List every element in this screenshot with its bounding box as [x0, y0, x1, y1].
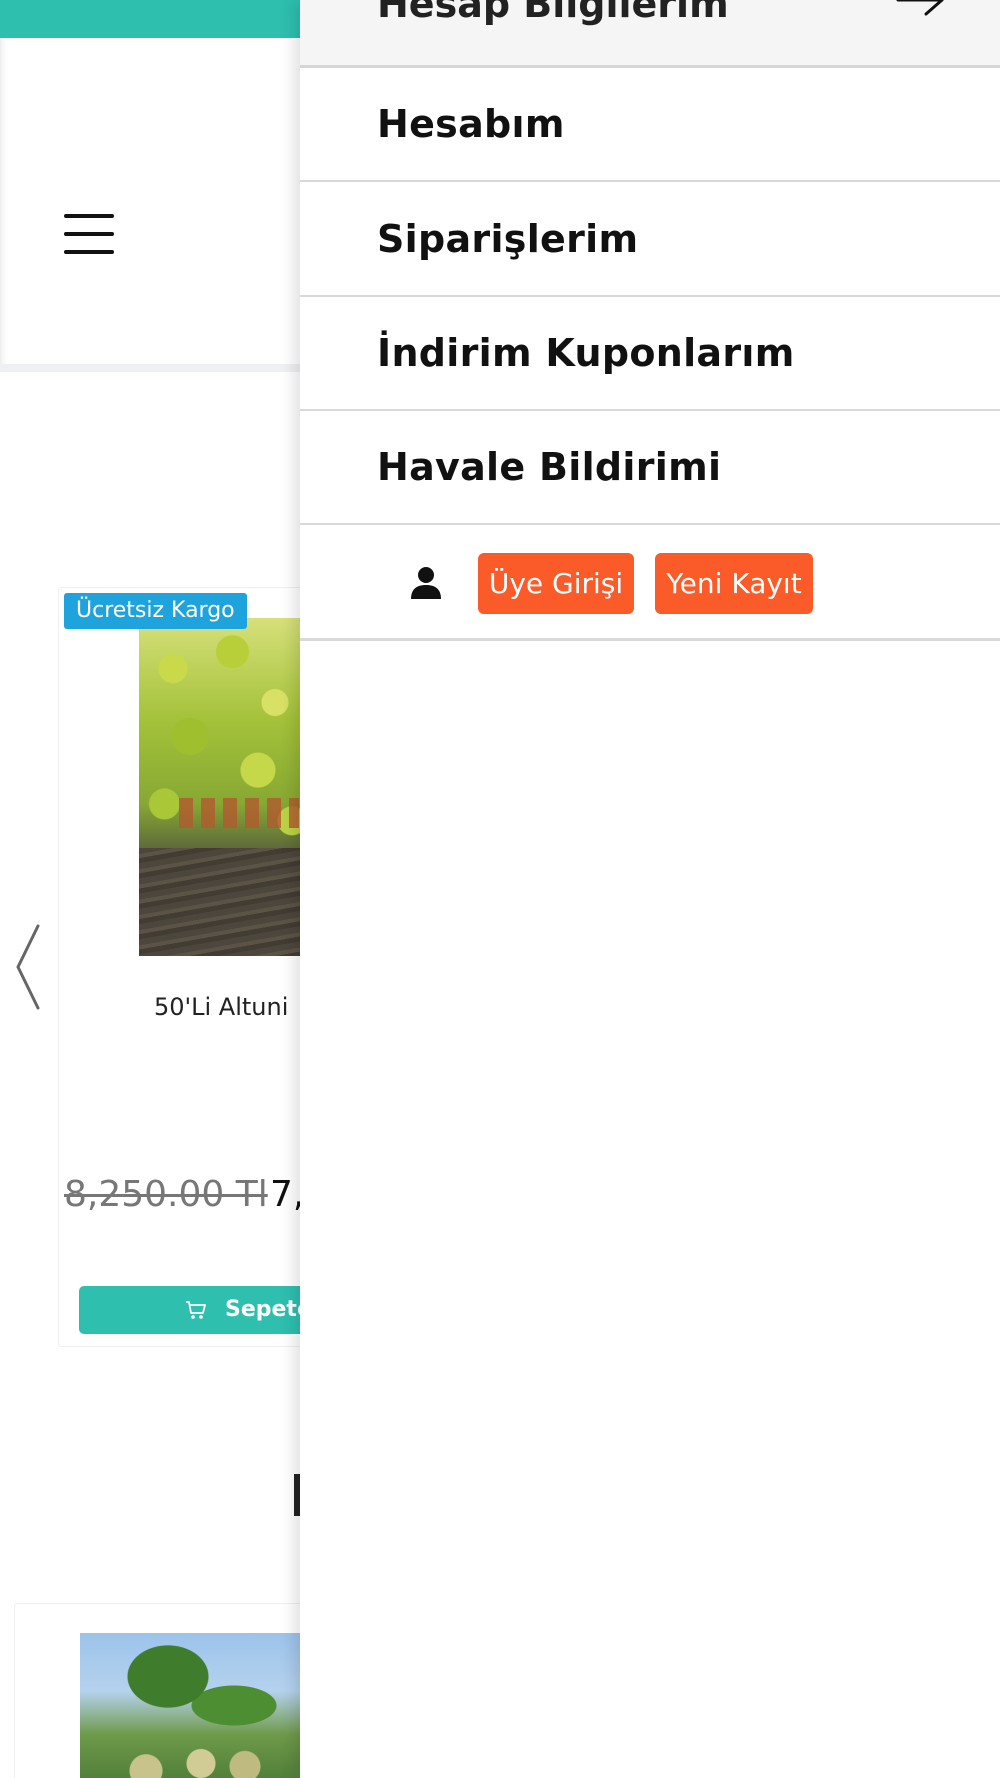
free-shipping-badge: Ücretsiz Kargo	[64, 593, 247, 629]
menu-item-discount-coupons[interactable]: İndirim Kuponlarım	[300, 297, 1000, 411]
product-image[interactable]	[80, 1633, 300, 1778]
register-button[interactable]: Yeni Kayıt	[655, 553, 813, 614]
chevron-left-icon[interactable]	[12, 922, 46, 1012]
header-divider	[0, 364, 300, 372]
hamburger-icon[interactable]	[64, 214, 114, 254]
account-drawer: Hesap Bilgilerim Hesabım Siparişlerim İn…	[300, 0, 1000, 1778]
login-button[interactable]: Üye Girişi	[478, 553, 634, 614]
menu-item-transfer-notification[interactable]: Havale Bildirimi	[300, 411, 1000, 525]
drawer-title: Hesap Bilgilerim	[377, 0, 729, 26]
user-icon	[411, 567, 441, 599]
auth-row: Üye Girişi Yeni Kayıt	[300, 526, 1000, 641]
product-image[interactable]	[139, 618, 300, 956]
menu-item-label: Hesabım	[377, 102, 565, 146]
product-old-price: 8,250.00 Tl	[64, 1174, 268, 1215]
top-color-strip	[0, 0, 300, 38]
add-to-cart-button[interactable]: Sepete	[79, 1286, 300, 1334]
drawer-header[interactable]: Hesap Bilgilerim	[300, 0, 1000, 68]
background-page: Ücretsiz Kargo 50'Li Altuni 8,250.00 Tl …	[0, 0, 300, 1778]
menu-item-label: Havale Bildirimi	[377, 445, 722, 489]
arrow-right-icon[interactable]	[896, 0, 946, 20]
add-to-cart-label: Sepete	[225, 1297, 300, 1322]
menu-item-label: Siparişlerim	[377, 217, 639, 261]
site-header	[0, 38, 300, 368]
cart-icon	[186, 1301, 206, 1319]
product-name[interactable]: 50'Li Altuni	[154, 993, 288, 1021]
menu-item-my-account[interactable]: Hesabım	[300, 68, 1000, 182]
product-new-price: 7,	[270, 1174, 300, 1215]
menu-item-my-orders[interactable]: Siparişlerim	[300, 183, 1000, 297]
menu-item-label: İndirim Kuponlarım	[377, 331, 795, 375]
